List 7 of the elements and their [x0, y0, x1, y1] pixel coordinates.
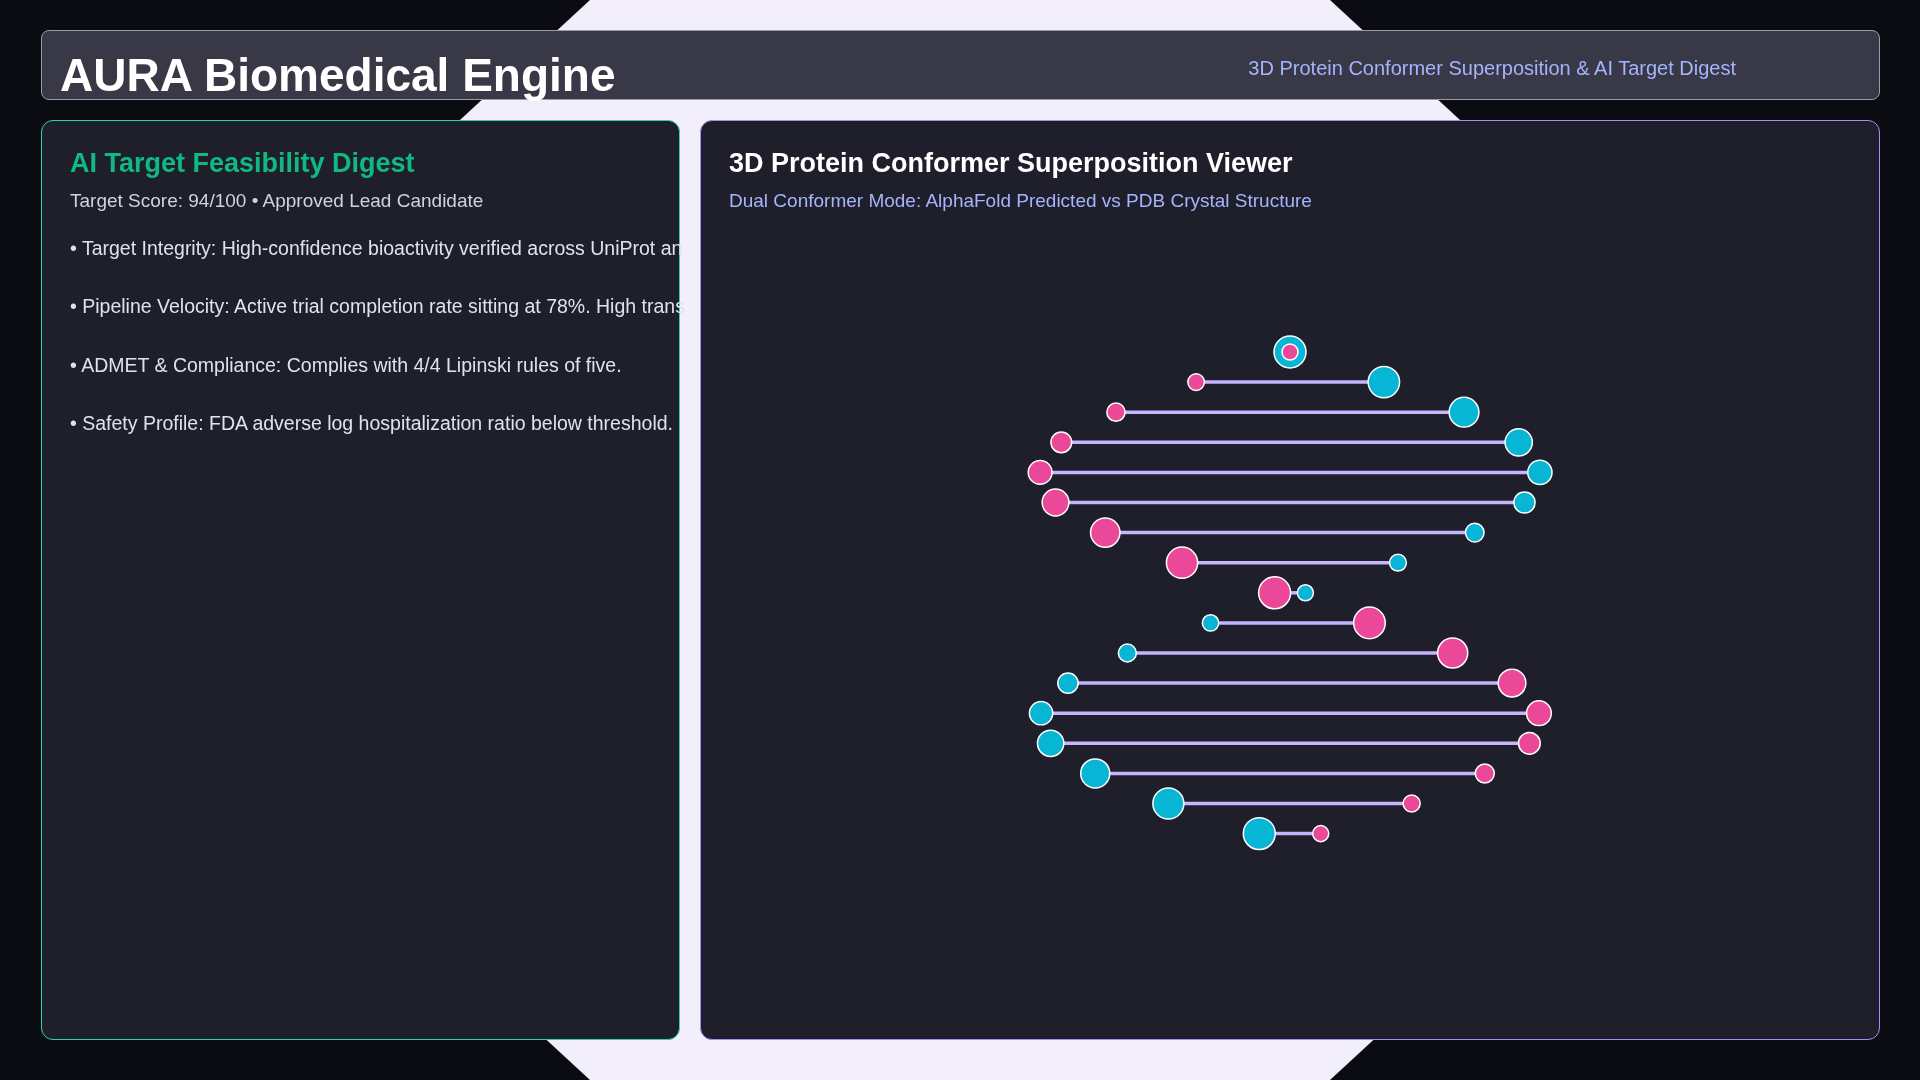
viewer-title: 3D Protein Conformer Superposition Viewer: [729, 147, 1294, 180]
digest-point: • Safety Profile: FDA adverse log hospitalization ratio below threshold.: [70, 410, 673, 436]
app-subtitle: 3D Protein Conformer Superposition & AI Target Digest: [1248, 56, 1736, 81]
target-score: Target Score: 94/100 • Approved Lead Candidate: [70, 189, 485, 214]
conformer-mode: Dual Conformer Mode: AlphaFold Predicted vs PDB Crystal Structure: [729, 189, 1313, 214]
digest-point: • ADMET & Compliance: Complies with 4/4 Lipinski rules of five.: [70, 352, 622, 378]
digest-title: AI Target Feasibility Digest: [70, 147, 416, 180]
